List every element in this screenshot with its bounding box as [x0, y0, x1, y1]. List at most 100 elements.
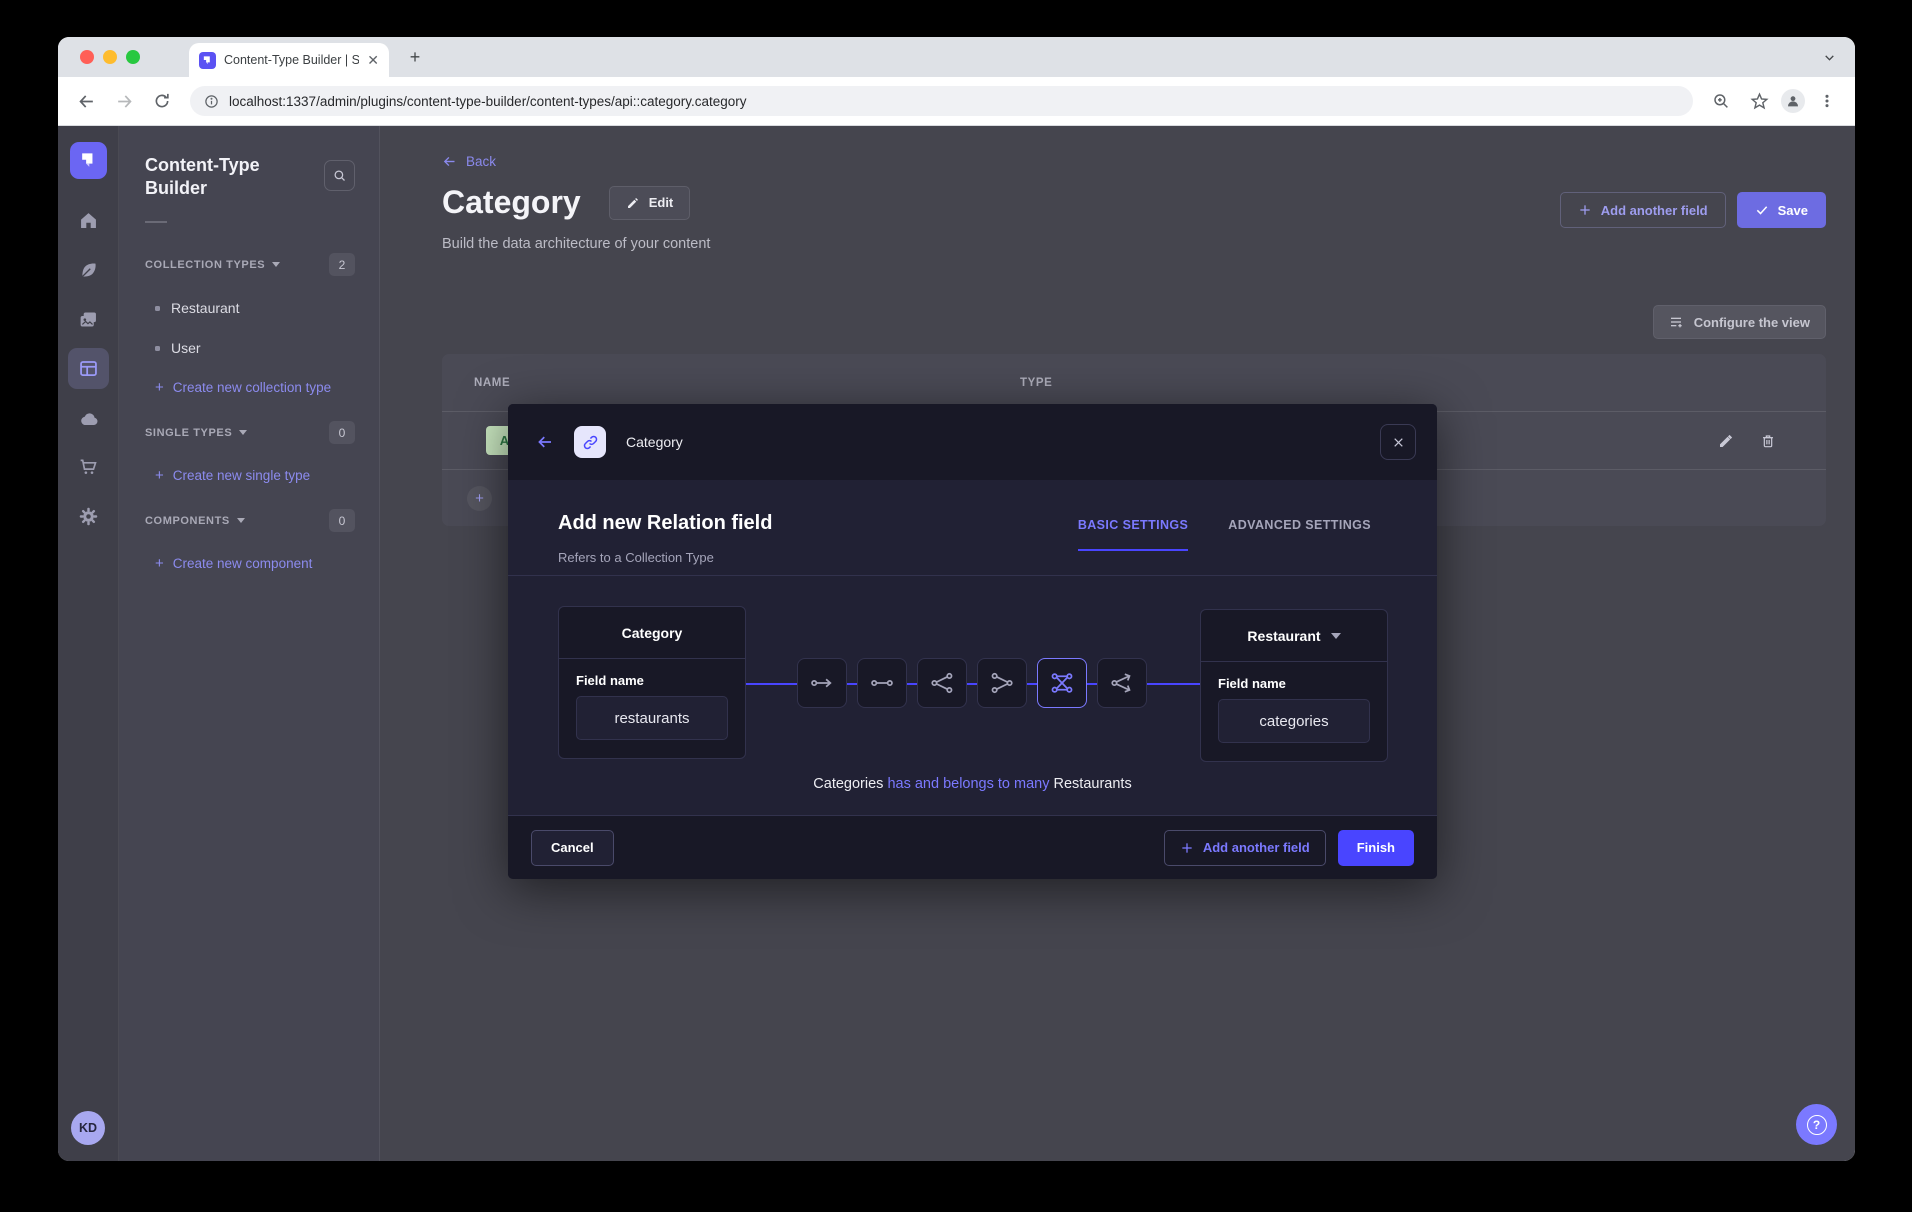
- relation-one-to-one-button[interactable]: [857, 658, 907, 708]
- relation-many-way-button[interactable]: [1097, 658, 1147, 708]
- plus-icon: +: [155, 468, 164, 483]
- settings-gear-icon[interactable]: [68, 496, 109, 537]
- relation-one-way-button[interactable]: [797, 658, 847, 708]
- modal-footer: Cancel Add another field Finish: [508, 815, 1437, 879]
- target-field-input[interactable]: [1218, 699, 1370, 743]
- arrow-left-icon: [442, 154, 457, 169]
- add-relation-modal: Category Add new Relation field Refers t…: [508, 404, 1437, 879]
- section-single-types[interactable]: SINGLE TYPES: [145, 427, 247, 439]
- strapi-favicon-icon: [199, 52, 216, 69]
- browser-menu-icon[interactable]: [1811, 85, 1843, 117]
- browser-tab[interactable]: Content-Type Builder | Strapi ✕: [189, 43, 389, 77]
- relation-caption: Categories has and belongs to many Resta…: [508, 776, 1437, 792]
- relation-many-to-one-button[interactable]: [977, 658, 1027, 708]
- create-component-link[interactable]: +Create new component: [155, 556, 355, 571]
- plus-icon: [1578, 203, 1592, 217]
- sidebar-item-user[interactable]: User: [155, 340, 355, 356]
- reload-button[interactable]: [146, 85, 178, 117]
- save-button[interactable]: Save: [1737, 192, 1826, 228]
- single-types-count: 0: [329, 421, 355, 444]
- create-single-type-link[interactable]: +Create new single type: [155, 468, 355, 483]
- back-button[interactable]: [70, 85, 102, 117]
- url-text: localhost:1337/admin/plugins/content-typ…: [229, 94, 747, 109]
- deploy-cloud-icon[interactable]: [68, 398, 109, 439]
- tab-close-icon[interactable]: ✕: [367, 53, 379, 67]
- question-mark-icon: ?: [1807, 1115, 1827, 1135]
- tab-advanced-settings[interactable]: ADVANCED SETTINGS: [1228, 518, 1371, 551]
- tab-basic-settings[interactable]: BASIC SETTINGS: [1078, 518, 1188, 551]
- browser-window: Content-Type Builder | Strapi ✕ + localh…: [58, 37, 1855, 1161]
- target-field-label: Field name: [1218, 676, 1387, 691]
- modal-title: Add new Relation field: [558, 512, 772, 535]
- media-library-icon[interactable]: [68, 299, 109, 340]
- pencil-icon: [626, 196, 640, 210]
- minimize-window-button[interactable]: [103, 50, 117, 64]
- bullet-icon: [155, 306, 160, 311]
- source-field-input[interactable]: [576, 696, 728, 740]
- finish-button[interactable]: Finish: [1338, 830, 1414, 866]
- plus-circle-icon: +: [467, 486, 492, 511]
- check-icon: [1755, 203, 1769, 217]
- modal-body: Add new Relation field Refers to a Colle…: [508, 480, 1437, 815]
- modal-add-another-field-button[interactable]: Add another field: [1164, 830, 1326, 866]
- screen: Content-Type Builder | Strapi ✕ + localh…: [0, 0, 1912, 1212]
- close-window-button[interactable]: [80, 50, 94, 64]
- plus-icon: [1180, 841, 1194, 855]
- window-controls: [80, 50, 140, 64]
- arrow-left-icon: [536, 433, 554, 451]
- tab-strip: Content-Type Builder | Strapi ✕ +: [58, 37, 1855, 77]
- strapi-logo[interactable]: [70, 142, 107, 179]
- zoom-page-icon[interactable]: [1705, 85, 1737, 117]
- browser-profile-avatar[interactable]: [1781, 89, 1805, 113]
- plus-icon: +: [155, 556, 164, 571]
- browser-toolbar: localhost:1337/admin/plugins/content-typ…: [58, 77, 1855, 126]
- sidebar-title: Content-Type Builder: [145, 154, 285, 199]
- column-name: NAME: [474, 377, 1020, 389]
- forward-button[interactable]: [108, 85, 140, 117]
- relation-one-to-many-button[interactable]: [917, 658, 967, 708]
- cancel-button[interactable]: Cancel: [531, 830, 614, 866]
- page-subtitle: Build the data architecture of your cont…: [442, 236, 710, 252]
- divider: [145, 221, 167, 223]
- modal-tabs: BASIC SETTINGS ADVANCED SETTINGS: [1078, 518, 1371, 551]
- chevron-down-icon: [239, 430, 247, 435]
- bullet-icon: [155, 346, 160, 351]
- sidebar-item-restaurant[interactable]: Restaurant: [155, 300, 355, 316]
- tab-search-button[interactable]: [1817, 45, 1841, 69]
- bookmark-star-icon[interactable]: [1743, 85, 1775, 117]
- content-manager-icon[interactable]: [68, 250, 109, 291]
- section-collection-types[interactable]: COLLECTION TYPES: [145, 259, 280, 271]
- new-tab-button[interactable]: +: [402, 44, 428, 70]
- close-icon: [1392, 436, 1405, 449]
- target-select[interactable]: Restaurant: [1201, 610, 1387, 662]
- add-another-field-button[interactable]: Add another field: [1560, 192, 1726, 228]
- tab-title: Content-Type Builder | Strapi: [224, 53, 359, 67]
- source-card: Category Field name: [558, 606, 746, 759]
- user-avatar[interactable]: KD: [71, 1111, 105, 1145]
- edit-button[interactable]: Edit: [609, 186, 691, 220]
- help-button[interactable]: ?: [1796, 1104, 1837, 1145]
- plus-icon: +: [155, 380, 164, 395]
- section-components[interactable]: COMPONENTS: [145, 515, 245, 527]
- chevron-down-icon: [272, 262, 280, 267]
- delete-field-icon[interactable]: [1760, 433, 1776, 449]
- configure-view-button[interactable]: Configure the view: [1653, 305, 1826, 339]
- edit-field-icon[interactable]: [1718, 433, 1734, 449]
- modal-close-button[interactable]: [1380, 424, 1416, 460]
- components-count: 0: [329, 509, 355, 532]
- chevron-down-icon: [237, 518, 245, 523]
- source-title: Category: [559, 607, 745, 659]
- back-link[interactable]: Back: [442, 154, 496, 169]
- marketplace-cart-icon[interactable]: [68, 446, 109, 487]
- sidebar-search-button[interactable]: [324, 160, 355, 191]
- relation-many-to-many-button[interactable]: [1037, 658, 1087, 708]
- home-icon[interactable]: [68, 200, 109, 241]
- url-bar[interactable]: localhost:1337/admin/plugins/content-typ…: [190, 86, 1693, 116]
- modal-back-button[interactable]: [536, 433, 554, 451]
- zoom-window-button[interactable]: [126, 50, 140, 64]
- target-card: Restaurant Field name: [1200, 609, 1388, 762]
- create-collection-type-link[interactable]: +Create new collection type: [155, 380, 355, 395]
- page-info-icon[interactable]: [204, 94, 219, 109]
- content-type-builder-icon[interactable]: [68, 348, 109, 389]
- modal-breadcrumb: Category: [626, 434, 1360, 450]
